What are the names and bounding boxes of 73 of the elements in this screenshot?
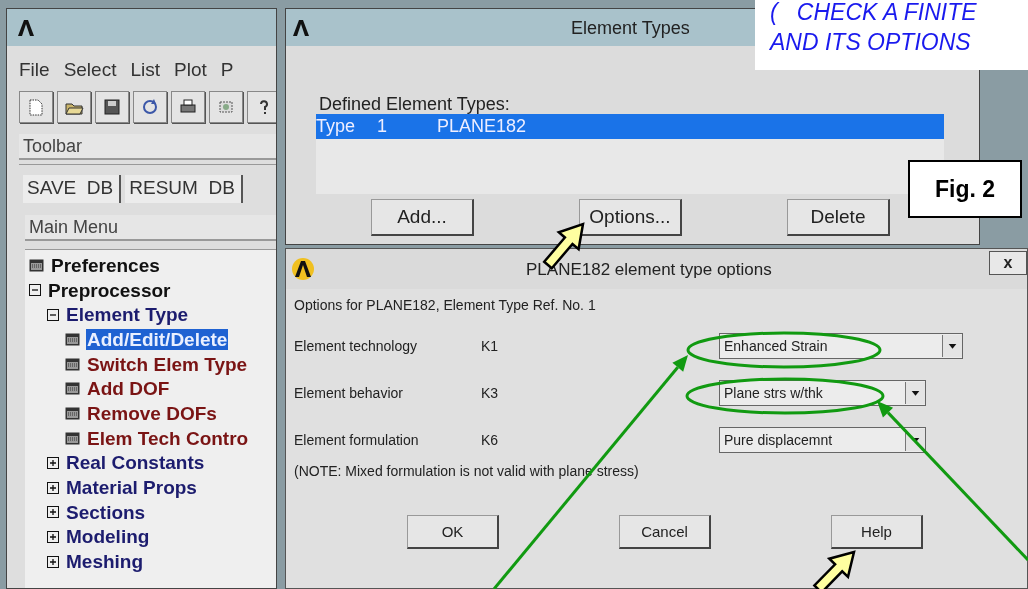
save-icon[interactable] [95,91,129,123]
tree-item[interactable]: Real Constants [65,452,206,474]
tree-item[interactable]: Modeling [65,526,151,548]
callout-text: AND ITS OPTIONS [770,28,972,57]
open-folder-icon[interactable] [57,91,91,123]
dialog-button[interactable]: Options... [579,199,682,236]
printer-icon[interactable] [171,91,205,123]
tree-item[interactable]: Switch Elem Type [86,353,249,375]
expand-icon[interactable] [47,530,59,543]
tree-item[interactable]: Add DOF [86,378,171,400]
grid-icon [65,382,80,396]
menu-item[interactable]: Select [63,59,117,81]
tree-item[interactable]: Remove DOFs [86,402,218,424]
option-key: K6 [481,431,719,448]
expand-icon[interactable] [47,456,59,469]
main-menu-label: Main Menu [25,215,276,241]
close-button[interactable]: x [989,251,1027,275]
menu-item[interactable]: File [19,59,50,81]
list-row[interactable]: Type 1 PLANE182 [316,114,944,139]
note-text: (NOTE: Mixed formulation is not valid with plane stress) [294,463,640,481]
tree-item[interactable]: Preprocessor [47,279,172,301]
option-label: Element formulation [293,431,420,448]
tree-item[interactable]: Meshing [65,551,145,573]
logo-icon [17,18,35,37]
callout-text: ( CHECK A FINITE [770,0,978,27]
tree-item[interactable]: Preferences [50,254,161,276]
refresh-icon[interactable] [133,91,167,123]
dialog-button[interactable]: Cancel [619,515,711,549]
grid-icon [29,258,44,272]
dialog-button[interactable]: Add... [371,199,474,236]
menu-item[interactable]: Plot [174,59,207,81]
logo-icon [292,18,310,37]
menu-item[interactable]: P [220,59,234,81]
type-number: 1 [377,116,388,137]
dropdown-field[interactable]: Pure displacemnt [719,426,926,453]
list-label: Defined Element Types: [319,94,511,114]
dialog-button[interactable]: Delete [787,199,890,236]
pointer-arrow [812,550,856,589]
expand-icon[interactable] [47,555,59,568]
toolbar-button[interactable]: SAVE DB [23,175,122,203]
tree-item[interactable]: Material Props [65,477,198,499]
figure-label: Fig. 2 [908,160,1022,218]
toolbar-button[interactable]: RESUM DB [125,175,243,203]
window-title: Element Types [571,18,690,39]
toolbar-label: Toolbar [19,134,276,160]
menu-item[interactable]: List [130,59,160,81]
tree-item[interactable]: Element Type [65,304,190,326]
tree-item[interactable]: Elem Tech Contro [86,427,250,449]
grid-icon [65,332,80,346]
expand-icon[interactable] [47,506,59,519]
grid-icon [65,406,80,420]
logo-icon [294,260,312,278]
option-key: K3 [481,384,697,401]
grid-icon [65,357,80,371]
tree-item[interactable]: Sections [65,501,147,523]
option-key: K1 [481,337,719,354]
dialog-subtitle: Options for PLANE182, Element Type Ref. No. 1 [294,297,597,315]
option-label: Element technology [293,337,418,354]
dialog-title: PLANE182 element type options [526,260,772,280]
tree-item[interactable]: Add/Edit/Delete [86,328,229,350]
grid-icon [65,431,80,445]
new-file-icon[interactable] [19,91,53,123]
collapse-icon[interactable] [29,284,41,297]
expand-icon[interactable] [47,481,59,494]
element-name: PLANE182 [437,116,527,137]
option-label: Element behavior [293,384,404,401]
dropdown-field[interactable]: Enhanced Strain [719,332,963,359]
help-icon[interactable] [247,91,276,123]
dialog-button[interactable]: OK [407,515,499,549]
dialog-button[interactable]: Help [831,515,923,549]
collapse-icon[interactable] [47,308,59,321]
type-label: Type [316,116,356,137]
dropdown-field[interactable]: Plane strs w/thk [719,379,926,406]
